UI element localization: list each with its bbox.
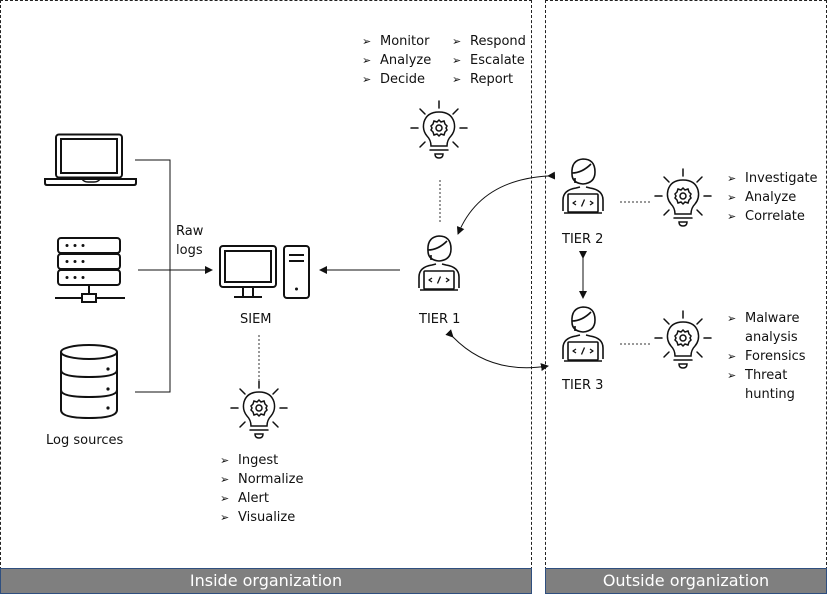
list-item: Alert <box>220 489 303 508</box>
tier2-label: TIER 2 <box>562 232 604 247</box>
tier1-analyst-icon <box>418 235 460 291</box>
tier3-analyst-icon <box>562 306 604 362</box>
laptop-icon <box>44 133 137 186</box>
tier1-function-list-col2: Respond Escalate Report <box>452 32 526 89</box>
log-sources-label: Log sources <box>46 433 124 448</box>
siem-workstation-icon <box>219 245 310 299</box>
tier1-tier3-arrow <box>445 329 549 372</box>
list-item: Report <box>452 70 526 89</box>
raw-logs-label: Raw logs <box>176 224 204 258</box>
list-item: Visualize <box>220 508 303 527</box>
tier3-label: TIER 3 <box>562 378 604 393</box>
list-item: Analyze <box>362 51 431 70</box>
tier1-tier2-arrow <box>456 171 556 235</box>
tier1-lightbulb-gear-icon <box>410 100 468 159</box>
tier1-function-list-col1: Monitor Analyze Decide <box>362 32 431 89</box>
siem-function-list: Ingest Normalize Alert Visualize <box>220 451 303 527</box>
tier2-lightbulb-gear-icon <box>654 168 712 227</box>
tier2-function-list: Investigate Analyze Correlate <box>727 169 818 226</box>
list-item: Escalate <box>452 51 526 70</box>
tier3-function-list: Malware analysis Forensics Threat huntin… <box>727 309 817 404</box>
list-item: Malware analysis <box>727 309 809 347</box>
log-source-bracket <box>135 159 171 393</box>
list-item: Ingest <box>220 451 303 470</box>
list-item: Threat hunting <box>727 366 809 404</box>
siem-lightbulb-gear-icon <box>230 380 288 439</box>
list-item: Decide <box>362 70 431 89</box>
list-item: Monitor <box>362 32 431 51</box>
siem-label: SIEM <box>240 312 272 327</box>
list-item: Investigate <box>727 169 818 188</box>
server-rack-icon <box>55 237 125 303</box>
list-item: Analyze <box>727 188 818 207</box>
tier1-label: TIER 1 <box>419 312 461 327</box>
list-item: Forensics <box>727 347 817 366</box>
tier2-analyst-icon <box>562 158 604 214</box>
list-item: Correlate <box>727 207 818 226</box>
list-item: Respond <box>452 32 526 51</box>
database-icon <box>60 344 118 420</box>
tier3-lightbulb-gear-icon <box>654 310 712 369</box>
list-item: Normalize <box>220 470 303 489</box>
